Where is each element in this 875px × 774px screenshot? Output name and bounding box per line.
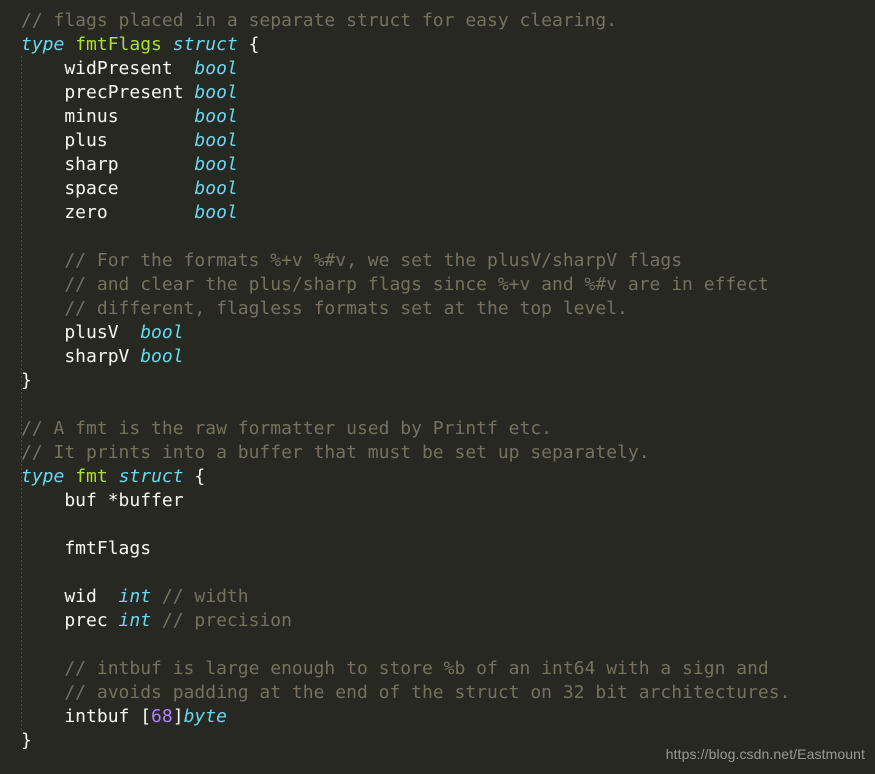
code-line[interactable]: sharpV bool: [21, 345, 875, 369]
code-token: bool: [194, 130, 238, 151]
code-line[interactable]: // For the formats %+v %#v, we set the p…: [21, 249, 875, 273]
code-token: space: [21, 178, 195, 199]
code-token: // For the formats %+v %#v, we set the p…: [21, 250, 683, 271]
code-token: // different, flagless formats set at th…: [21, 298, 628, 319]
code-token: bool: [194, 82, 238, 103]
code-token: sharp: [21, 154, 195, 175]
code-line[interactable]: space bool: [21, 177, 875, 201]
code-token: // It prints into a buffer that must be …: [21, 442, 650, 463]
code-token: fmtFlags: [21, 538, 152, 559]
code-line[interactable]: precPresent bool: [21, 81, 875, 105]
code-token: buf *buffer: [21, 490, 184, 511]
code-token: bool: [140, 322, 184, 343]
code-line[interactable]: widPresent bool: [21, 57, 875, 81]
code-line[interactable]: // intbuf is large enough to store %b of…: [21, 657, 875, 681]
code-line[interactable]: // flags placed in a separate struct for…: [21, 9, 875, 33]
code-line[interactable]: type fmt struct {: [21, 465, 875, 489]
code-token: // intbuf is large enough to store %b of…: [21, 658, 769, 679]
code-line[interactable]: // different, flagless formats set at th…: [21, 297, 875, 321]
code-token: type: [21, 34, 65, 55]
code-token: intbuf [: [21, 706, 152, 727]
watermark-url: https://blog.csdn.net/Eastmount: [665, 746, 865, 762]
code-token: // A fmt is the raw formatter used by Pr…: [21, 418, 553, 439]
code-content[interactable]: // flags placed in a separate struct for…: [21, 9, 875, 753]
code-token: bool: [194, 106, 238, 127]
code-token: bool: [140, 346, 184, 367]
code-line[interactable]: buf *buffer: [21, 489, 875, 513]
code-token: // precision: [161, 610, 292, 631]
code-token: // avoids padding at the end of the stru…: [21, 682, 791, 703]
code-token: // width: [161, 586, 249, 607]
code-token: // flags placed in a separate struct for…: [21, 10, 618, 31]
code-token: }: [21, 370, 32, 391]
code-token: {: [237, 34, 260, 55]
code-line[interactable]: plus bool: [21, 129, 875, 153]
code-editor-view: // flags placed in a separate struct for…: [0, 0, 875, 774]
code-token: struct: [118, 466, 184, 487]
code-line[interactable]: }: [21, 369, 875, 393]
code-token: bool: [194, 154, 238, 175]
code-token: ]: [172, 706, 184, 727]
code-line[interactable]: plusV bool: [21, 321, 875, 345]
code-token: int: [118, 610, 152, 631]
code-token: type: [21, 466, 65, 487]
code-token: struct: [172, 34, 238, 55]
code-token: prec: [21, 610, 119, 631]
code-line[interactable]: intbuf [68]byte: [21, 705, 875, 729]
code-token: wid: [21, 586, 119, 607]
code-token: // and clear the plus/sharp flags since …: [21, 274, 769, 295]
code-line[interactable]: type fmtFlags struct {: [21, 33, 875, 57]
code-token: zero: [21, 202, 195, 223]
code-token: int: [118, 586, 152, 607]
code-token: bool: [194, 178, 238, 199]
code-token: minus: [21, 106, 195, 127]
code-token: byte: [183, 706, 227, 727]
code-token: precPresent: [21, 82, 195, 103]
code-line[interactable]: [21, 393, 875, 417]
code-line[interactable]: fmtFlags: [21, 537, 875, 561]
code-line[interactable]: wid int // width: [21, 585, 875, 609]
code-token: bool: [194, 202, 238, 223]
code-line[interactable]: zero bool: [21, 201, 875, 225]
code-token: 68: [151, 706, 173, 727]
code-line[interactable]: // and clear the plus/sharp flags since …: [21, 273, 875, 297]
code-line[interactable]: minus bool: [21, 105, 875, 129]
code-line[interactable]: // A fmt is the raw formatter used by Pr…: [21, 417, 875, 441]
code-line[interactable]: [21, 633, 875, 657]
code-token: {: [183, 466, 206, 487]
code-token: }: [21, 730, 32, 751]
code-token: plus: [21, 130, 195, 151]
code-token: fmt: [75, 466, 108, 487]
code-line[interactable]: prec int // precision: [21, 609, 875, 633]
code-token: widPresent: [21, 58, 195, 79]
code-token: fmtFlags: [75, 34, 162, 55]
code-line[interactable]: // It prints into a buffer that must be …: [21, 441, 875, 465]
code-line[interactable]: [21, 225, 875, 249]
code-token: bool: [194, 58, 238, 79]
code-token: plusV: [21, 322, 141, 343]
code-line[interactable]: [21, 513, 875, 537]
code-token: sharpV: [21, 346, 141, 367]
code-line[interactable]: [21, 561, 875, 585]
code-line[interactable]: // avoids padding at the end of the stru…: [21, 681, 875, 705]
code-line[interactable]: sharp bool: [21, 153, 875, 177]
